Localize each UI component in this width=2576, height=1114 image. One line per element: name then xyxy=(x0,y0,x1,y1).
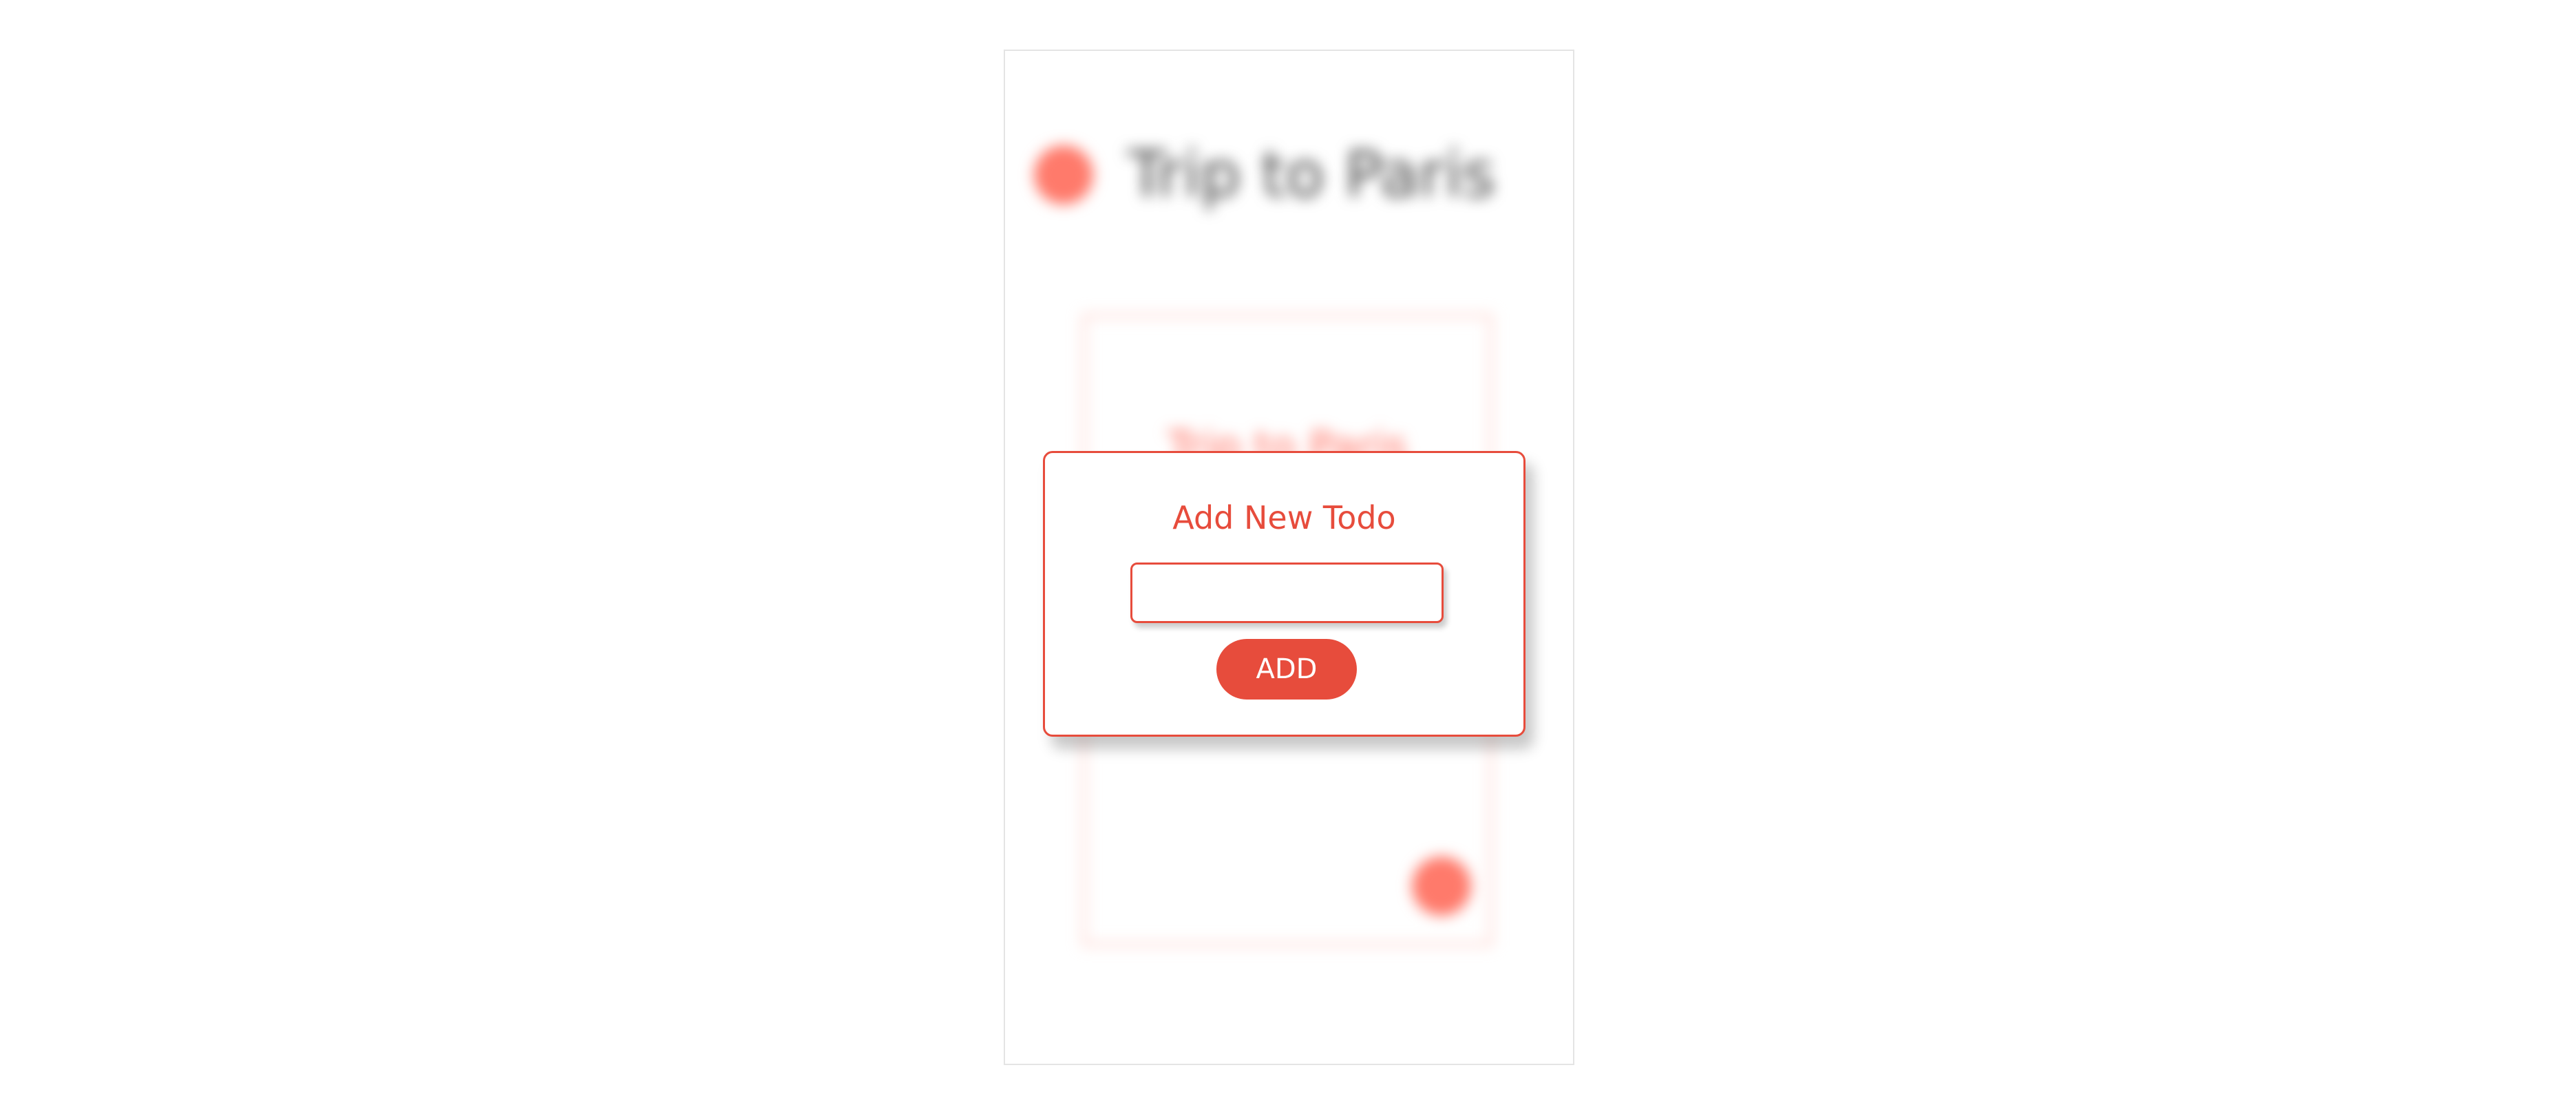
header-dot-icon xyxy=(1034,145,1093,204)
todo-input[interactable] xyxy=(1130,563,1444,623)
floating-add-button xyxy=(1412,856,1471,916)
header-title: Trip to Paris xyxy=(1128,138,1496,211)
add-todo-modal: Add New Todo ADD xyxy=(1043,451,1525,737)
add-button[interactable]: ADD xyxy=(1216,639,1357,700)
modal-title: Add New Todo xyxy=(1172,499,1396,536)
